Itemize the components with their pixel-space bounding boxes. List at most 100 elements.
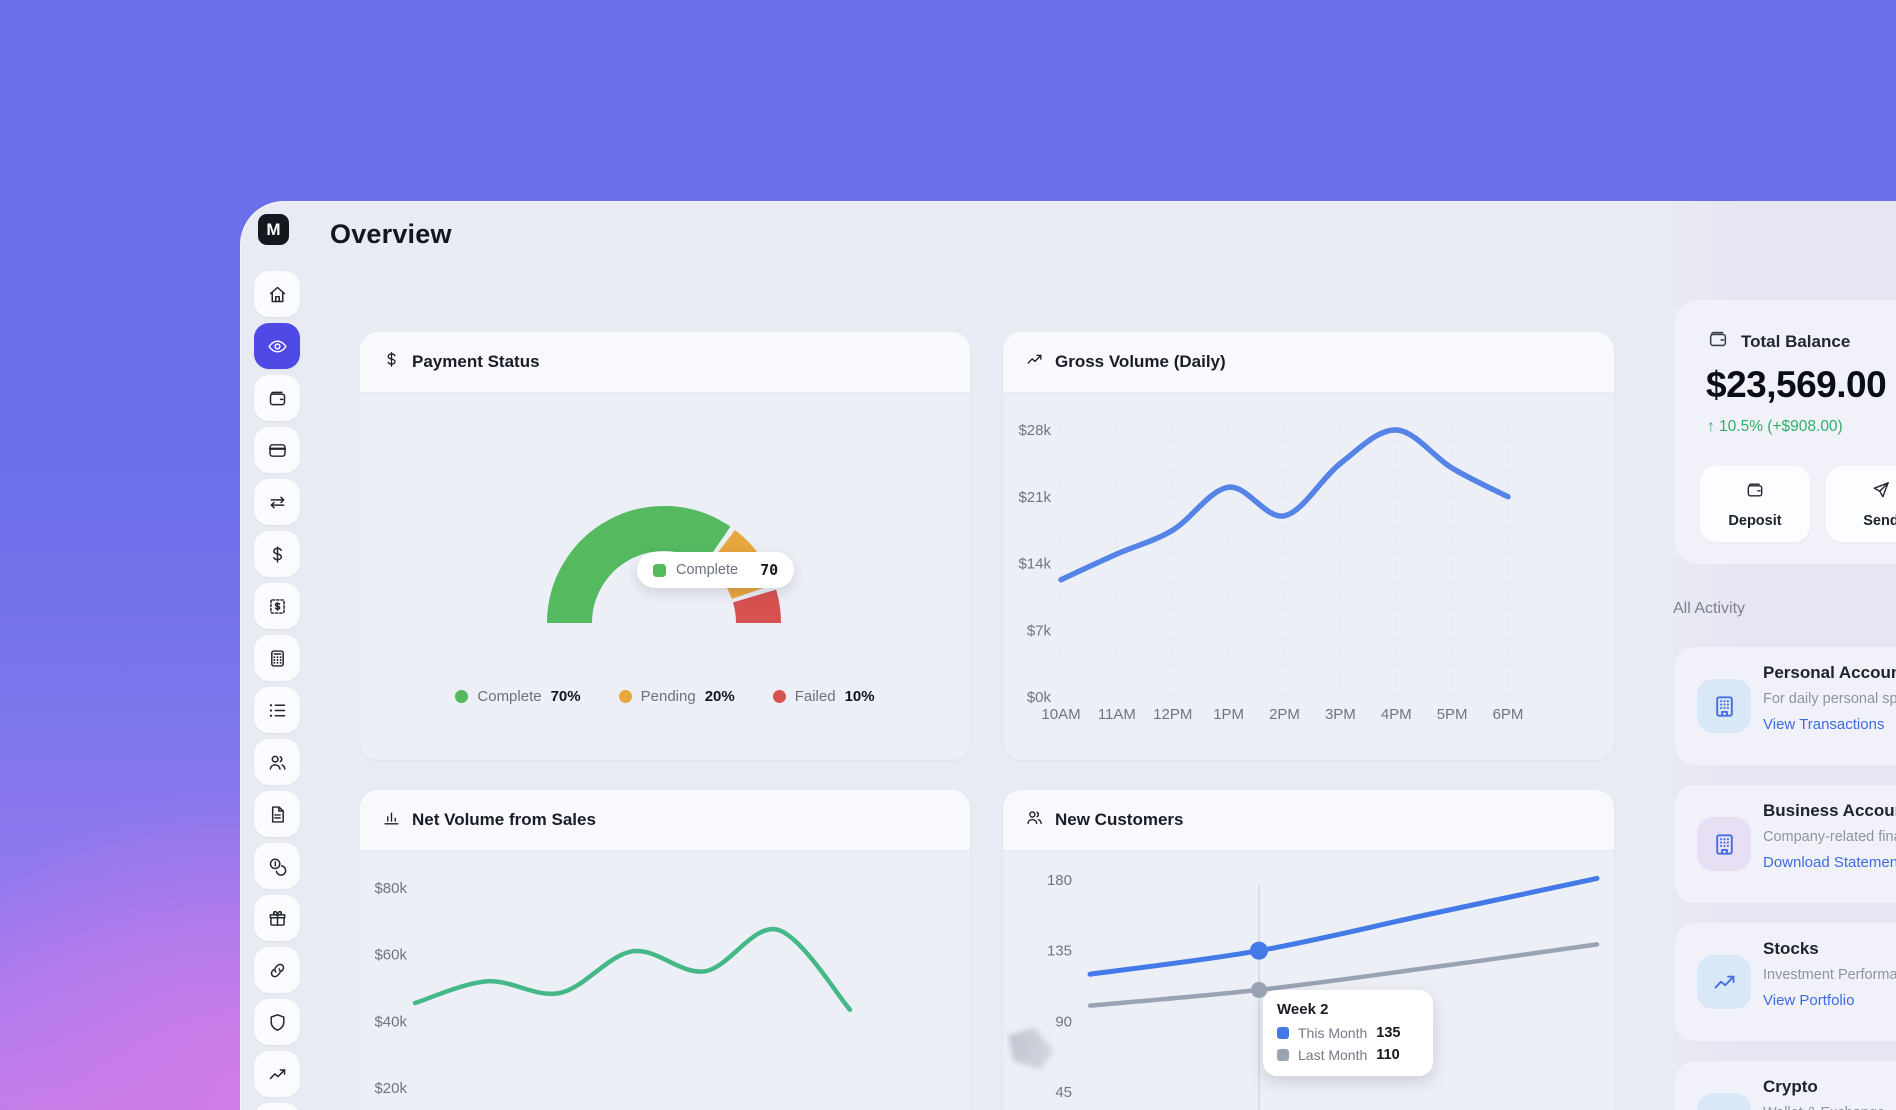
svg-text:$20k: $20k xyxy=(374,1080,407,1097)
activity-subtitle: Wallet & Exchange xyxy=(1763,1105,1885,1110)
building-icon xyxy=(1697,817,1751,871)
tooltip-row: Last Month110 xyxy=(1277,1047,1419,1063)
activity-title: Crypto xyxy=(1763,1077,1818,1097)
sidebar-item-device[interactable] xyxy=(254,1103,300,1110)
sidebar-item-trending-up[interactable] xyxy=(254,1051,300,1097)
card-gross-volume: Gross Volume (Daily) $0k$7k$14k$21k$28k1… xyxy=(1003,332,1614,760)
sidebar-item-calculator[interactable] xyxy=(254,635,300,681)
legend-item-pending: Pending20% xyxy=(619,688,735,705)
all-activity-label: All Activity xyxy=(1673,600,1745,618)
balance-amount: $23,569.00 xyxy=(1706,364,1886,406)
sidebar-item-dollar[interactable] xyxy=(254,531,300,577)
wallet-icon xyxy=(1745,480,1765,505)
activity-title: Stocks xyxy=(1763,939,1819,959)
legend-dot xyxy=(619,690,632,703)
svg-text:90: 90 xyxy=(1055,1013,1072,1030)
activity-link[interactable]: Download Statements xyxy=(1763,854,1896,871)
sidebar-item-coins[interactable] xyxy=(254,843,300,889)
svg-text:$28k: $28k xyxy=(1018,422,1051,439)
sidebar-item-gift[interactable] xyxy=(254,895,300,941)
activity-link[interactable]: View Portfolio xyxy=(1763,992,1854,1009)
series-swatch xyxy=(1277,1027,1289,1039)
document-icon xyxy=(267,804,288,825)
card-new-customers-header: New Customers xyxy=(1003,790,1614,851)
sidebar xyxy=(254,271,300,1110)
legend-value: 10% xyxy=(845,688,875,705)
legend-label: Failed xyxy=(795,688,836,705)
building-icon xyxy=(1697,679,1751,733)
svg-text:$60k: $60k xyxy=(374,947,407,964)
activity-card-personal-account[interactable]: Personal Account For daily personal spend… xyxy=(1675,647,1896,765)
shield-icon xyxy=(267,1012,288,1033)
svg-text:11AM: 11AM xyxy=(1098,706,1136,723)
complete-swatch xyxy=(653,564,666,577)
svg-text:$21k: $21k xyxy=(1018,489,1051,506)
sidebar-item-invoice[interactable] xyxy=(254,583,300,629)
legend-item-complete: Complete 70% xyxy=(455,688,580,705)
send-button-label: Send xyxy=(1863,513,1896,529)
sidebar-item-shield[interactable] xyxy=(254,999,300,1045)
trending-up-icon xyxy=(1697,955,1751,1009)
activity-subtitle: For daily personal spending xyxy=(1763,691,1896,707)
legend-dot xyxy=(773,690,786,703)
svg-text:45: 45 xyxy=(1055,1084,1072,1101)
card-new-customers: New Customers 4590135180Week 1Week 2Week… xyxy=(1003,790,1614,1110)
sidebar-item-eye[interactable] xyxy=(254,323,300,369)
coins-icon xyxy=(267,856,288,877)
wallet-icon xyxy=(267,388,288,409)
chart-tooltip: Week 2 This Month135Last Month110 xyxy=(1263,990,1433,1076)
total-balance-card: Total Balance $23,569.00 ↑ 10.5% (+$908.… xyxy=(1675,300,1896,564)
app-window: M Overview Payment Status Complete 70 Co… xyxy=(240,201,1896,1110)
sidebar-item-home[interactable] xyxy=(254,271,300,317)
trending-up-icon xyxy=(1025,350,1044,374)
eye-icon xyxy=(267,336,288,357)
legend-label: Complete xyxy=(477,688,541,705)
balance-label: Total Balance xyxy=(1741,332,1850,352)
sidebar-item-users[interactable] xyxy=(254,739,300,785)
legend-dot xyxy=(455,690,468,703)
gauge-tooltip: Complete 70 xyxy=(637,552,794,588)
paper-plane-icon xyxy=(1871,480,1891,505)
sidebar-item-link[interactable] xyxy=(254,947,300,993)
series-label: This Month xyxy=(1298,1025,1367,1041)
page-title: Overview xyxy=(330,219,452,250)
activity-card-crypto[interactable]: Crypto Wallet & Exchange xyxy=(1675,1061,1896,1110)
link-icon xyxy=(267,960,288,981)
svg-text:12PM: 12PM xyxy=(1153,706,1192,723)
activity-card-stocks[interactable]: StocksInvestment PerformanceView Portfol… xyxy=(1675,923,1896,1041)
svg-text:1PM: 1PM xyxy=(1213,706,1244,723)
svg-text:5PM: 5PM xyxy=(1437,706,1468,723)
svg-text:6PM: 6PM xyxy=(1493,706,1524,723)
card-title: New Customers xyxy=(1055,810,1183,830)
home-icon xyxy=(267,284,288,305)
svg-text:$80k: $80k xyxy=(374,880,407,897)
legend-label: Pending xyxy=(641,688,696,705)
sidebar-item-credit-card[interactable] xyxy=(254,427,300,473)
svg-text:135: 135 xyxy=(1047,943,1072,960)
legend-item-failed: Failed 10% xyxy=(773,688,875,705)
svg-text:$40k: $40k xyxy=(374,1013,407,1030)
send-button[interactable]: Send xyxy=(1826,466,1896,542)
sidebar-item-list[interactable] xyxy=(254,687,300,733)
activity-card-business-account[interactable]: Business AccountCompany-related finances… xyxy=(1675,785,1896,903)
deposit-button[interactable]: Deposit xyxy=(1700,466,1810,542)
activity-link[interactable]: View Transactions xyxy=(1763,716,1884,733)
bar-chart-icon xyxy=(382,808,401,832)
svg-text:4PM: 4PM xyxy=(1381,706,1412,723)
legend-value: 70% xyxy=(551,688,581,705)
svg-text:180: 180 xyxy=(1047,872,1072,889)
balance-header: Total Balance xyxy=(1707,328,1850,355)
svg-text:3PM: 3PM xyxy=(1325,706,1356,723)
users-icon xyxy=(1025,808,1044,832)
sidebar-item-transfer[interactable] xyxy=(254,479,300,525)
sidebar-item-wallet[interactable] xyxy=(254,375,300,421)
tooltip-title: Week 2 xyxy=(1277,1001,1419,1018)
wallet-icon xyxy=(1707,328,1729,355)
svg-text:2PM: 2PM xyxy=(1269,706,1300,723)
card-payment-status-header: Payment Status xyxy=(360,332,970,393)
sidebar-item-document[interactable] xyxy=(254,791,300,837)
gauge-tooltip-label: Complete xyxy=(676,562,738,578)
activity-title: Business Account xyxy=(1763,801,1896,821)
svg-text:10AM: 10AM xyxy=(1041,706,1080,723)
activity-title: Personal Account xyxy=(1763,663,1896,683)
